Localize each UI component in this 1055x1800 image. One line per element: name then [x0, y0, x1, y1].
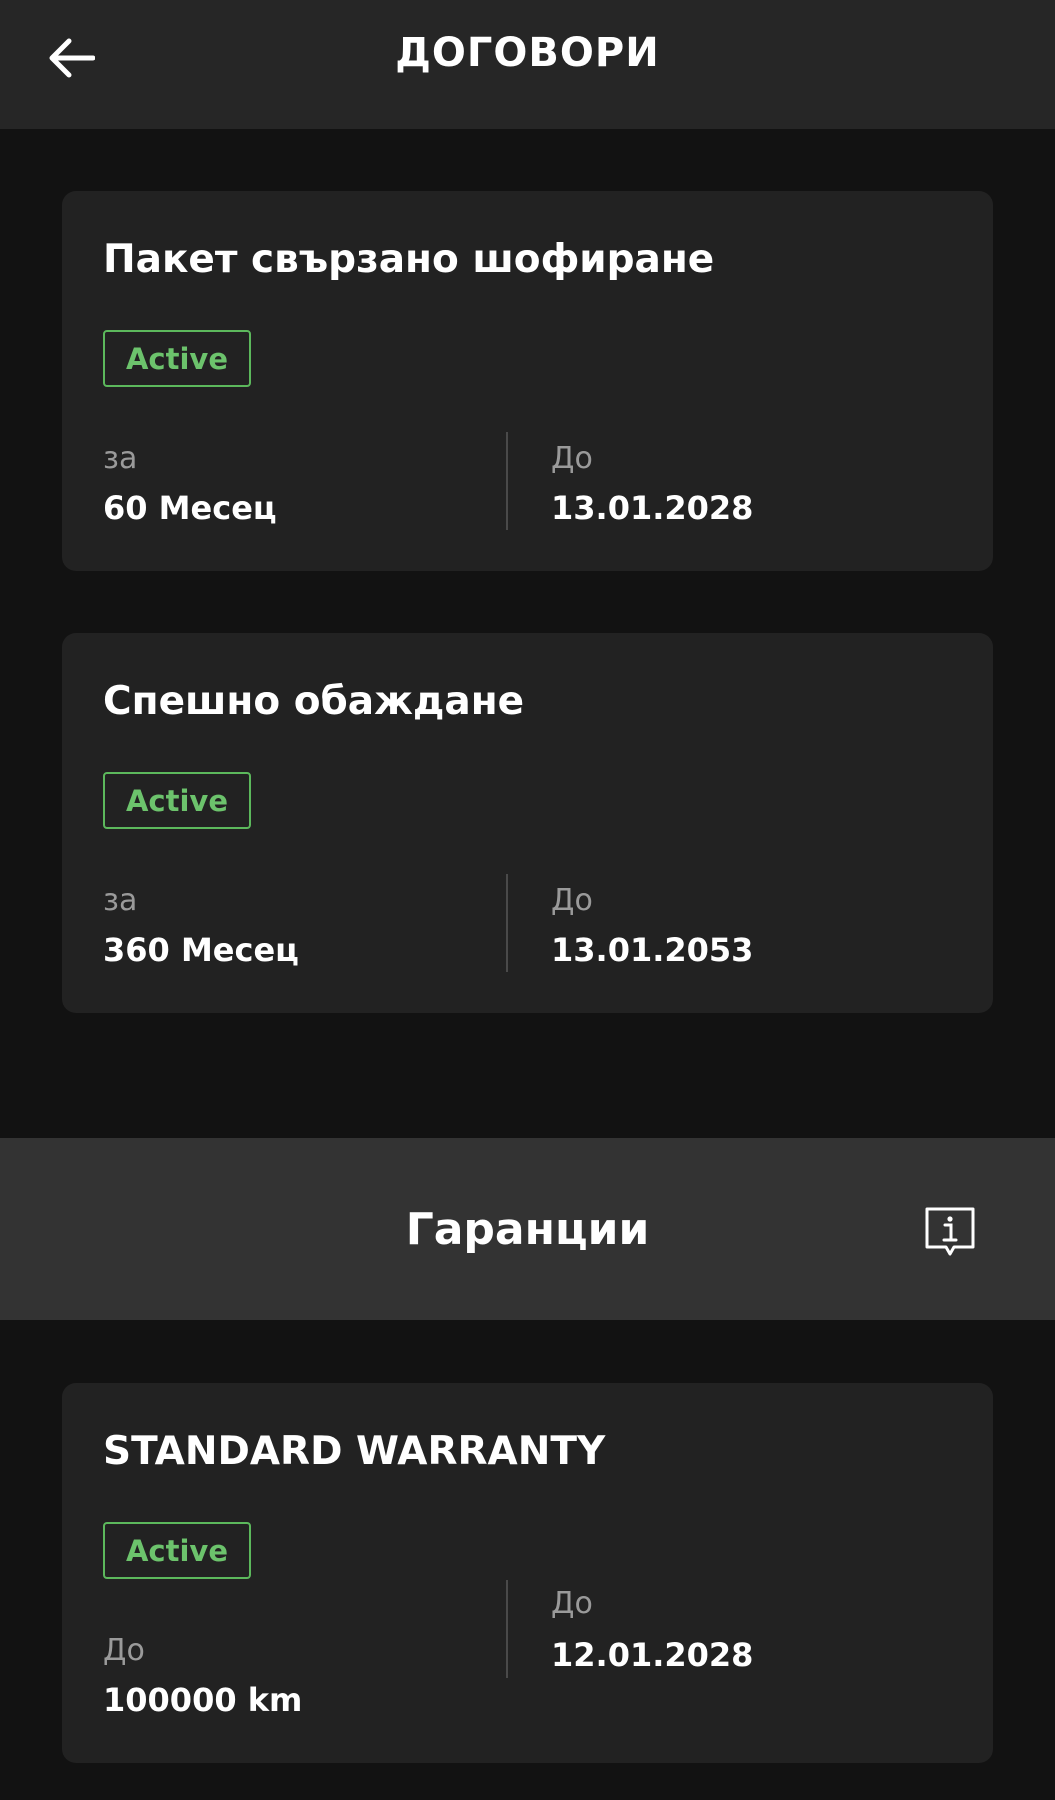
contract-card[interactable]: Спешно обаждане Active за 360 Месец До 1… [62, 633, 993, 1013]
duration-label: за [103, 441, 138, 476]
divider [506, 432, 508, 530]
contract-title: Пакет свързано шофиране [103, 237, 715, 282]
until-value: 13.01.2028 [551, 489, 754, 527]
status-badge: Active [103, 330, 251, 387]
mileage-value: 100000 km [103, 1681, 303, 1719]
contract-card[interactable]: Пакет свързано шофиране Active за 60 Мес… [62, 191, 993, 571]
page-title: ДОГОВОРИ [395, 30, 660, 76]
contracts-screen: ДОГОВОРИ Пакет свързано шофиране Active … [0, 0, 1055, 1800]
until-label: До [551, 441, 593, 476]
divider [506, 1580, 508, 1678]
contract-title: Спешно обаждане [103, 679, 525, 724]
duration-value: 60 Месец [103, 489, 277, 527]
warranties-section-header: Гаранции [0, 1138, 1055, 1320]
warranty-card[interactable]: STANDARD WARRANTY Active До 100000 km До… [62, 1383, 993, 1763]
status-badge: Active [103, 772, 251, 829]
section-title: Гаранции [405, 1204, 650, 1255]
until-label: До [551, 883, 593, 918]
info-button[interactable] [918, 1200, 982, 1264]
status-badge: Active [103, 1522, 251, 1579]
until-label: До [551, 1586, 593, 1621]
info-message-icon [925, 1207, 975, 1256]
duration-label: за [103, 883, 138, 918]
mileage-label: До [103, 1633, 145, 1668]
until-value: 13.01.2053 [551, 931, 754, 969]
warranty-title: STANDARD WARRANTY [103, 1429, 606, 1474]
until-value: 12.01.2028 [551, 1636, 754, 1674]
duration-value: 360 Месец [103, 931, 299, 969]
divider [506, 874, 508, 972]
top-app-bar: ДОГОВОРИ [0, 0, 1055, 129]
